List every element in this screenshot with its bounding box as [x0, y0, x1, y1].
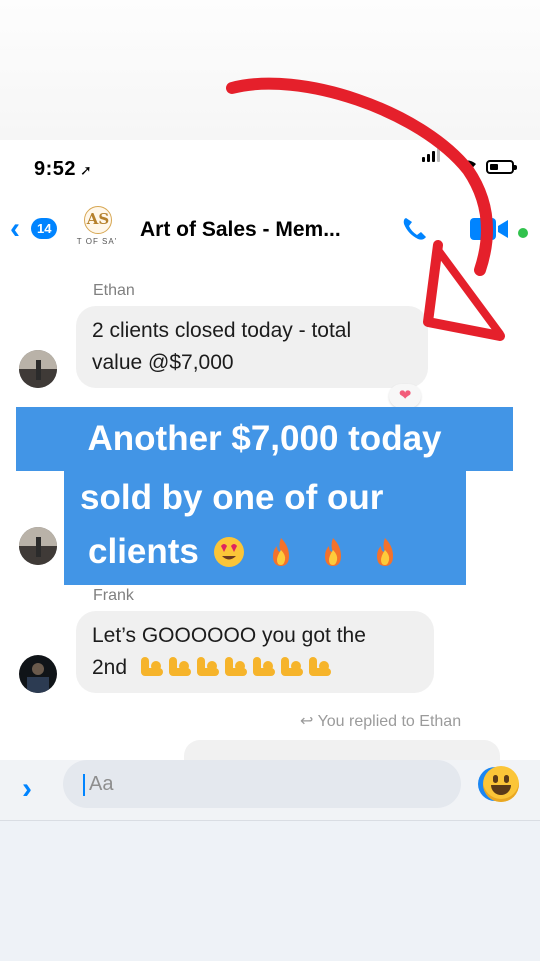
sender-name-frank: Frank	[93, 587, 134, 604]
message-line-2: 2nd	[92, 652, 418, 684]
group-logo-initials: AS	[86, 210, 110, 228]
overlay-caption-line3-row: clients	[64, 520, 466, 574]
message-line: 2 clients closed today - total	[92, 319, 352, 342]
status-bar: 9:52 ➚	[0, 148, 540, 190]
keyboard-area-background	[0, 820, 540, 961]
location-arrow-icon: ➚	[80, 162, 93, 178]
message-line-text: 2nd	[92, 656, 128, 679]
quick-emoji-icon[interactable]	[483, 766, 519, 802]
heart-eyes-emoji-icon	[213, 537, 244, 567]
flexed-biceps-emoji-icon	[139, 655, 163, 677]
flexed-biceps-emoji-icon	[279, 655, 303, 677]
flexed-biceps-emoji-icon	[307, 655, 331, 677]
message-line: Let’s GOOOOOO you got the	[92, 624, 366, 647]
flexed-biceps-emoji-icon	[251, 655, 275, 677]
fire-emoji-icon	[324, 538, 341, 566]
flexed-biceps-emoji-icon	[195, 655, 219, 677]
video-call-icon[interactable]	[470, 216, 512, 242]
avatar-photo-figure	[36, 360, 41, 380]
message-input-placeholder: Aa	[89, 773, 114, 795]
message-bubble-frank[interactable]: Let’s GOOOOOO you got the 2nd	[76, 611, 434, 693]
overlay-caption-line3: clients	[88, 532, 199, 571]
overlay-caption-line1: Another $7,000 today	[16, 407, 513, 471]
back-chevron-icon[interactable]: ‹	[10, 214, 20, 244]
reply-context-text: You replied to Ethan	[317, 713, 462, 730]
chat-header: ‹ 14 AS T OF SA' Art of Sales - Mem...	[0, 198, 540, 262]
avatar-photo-figure	[36, 537, 41, 557]
message-input[interactable]: Aa	[63, 760, 512, 808]
avatar-photo-face	[32, 663, 44, 675]
group-logo-text: T OF SA'	[76, 237, 118, 246]
group-avatar[interactable]: AS T OF SA'	[74, 206, 120, 256]
flexed-biceps-emoji-icon	[167, 655, 191, 677]
avatar-ethan[interactable]	[19, 350, 57, 388]
wifi-icon	[458, 160, 476, 174]
expand-actions-chevron-icon[interactable]: ›	[22, 772, 32, 806]
emoji-row	[139, 656, 335, 679]
reply-arrow-icon: ↩	[300, 713, 314, 730]
message-line: value @$7,000	[92, 351, 234, 374]
top-background	[0, 0, 540, 140]
chat-title[interactable]: Art of Sales - Mem...	[140, 218, 341, 242]
reply-context: ↩ You replied to Ethan	[300, 711, 461, 731]
unread-count-badge[interactable]: 14	[31, 218, 58, 239]
avatar-ethan-2[interactable]	[19, 527, 57, 565]
message-bubble-ethan[interactable]: 2 clients closed today - total value @$7…	[76, 306, 428, 388]
battery-icon	[486, 160, 517, 174]
overlay-caption-block: sold by one of our clients	[64, 470, 466, 585]
sender-name-ethan: Ethan	[93, 282, 135, 299]
overlay-caption-line2: sold by one of our	[80, 478, 384, 517]
fire-emoji-icon	[376, 538, 393, 566]
fire-emoji-icon	[272, 538, 289, 566]
heart-reaction-icon[interactable]: ❤	[389, 384, 421, 408]
avatar-photo-body	[27, 677, 49, 693]
phone-call-icon[interactable]	[400, 214, 430, 244]
text-cursor	[83, 774, 85, 796]
flexed-biceps-emoji-icon	[223, 655, 247, 677]
avatar-frank[interactable]	[19, 655, 57, 693]
message-composer: › Aa	[0, 760, 540, 820]
online-status-dot	[518, 228, 528, 238]
status-time: 9:52 ➚	[34, 158, 93, 180]
